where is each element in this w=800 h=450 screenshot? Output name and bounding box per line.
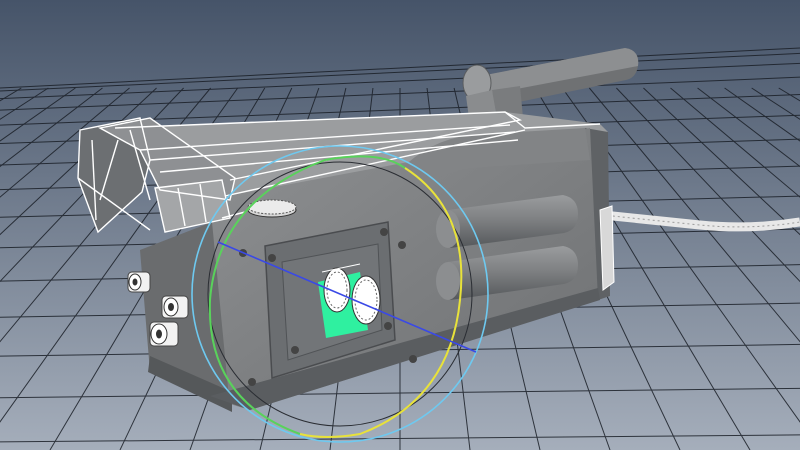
viewport-canvas[interactable] — [0, 0, 800, 450]
3d-viewport[interactable] — [0, 0, 800, 450]
